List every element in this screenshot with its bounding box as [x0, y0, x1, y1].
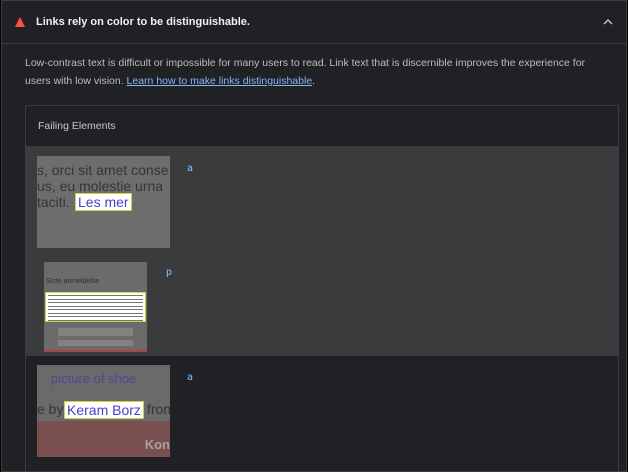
description-period: . [312, 75, 316, 87]
thumb-text: from [147, 401, 170, 417]
table-row[interactable]: picture of shoe e by Keram Borz from Kon… [26, 356, 618, 460]
audit-title: Links rely on color to be distinguishabl… [36, 16, 250, 28]
node-label[interactable]: a [187, 372, 193, 383]
thumb-footer-text: Kon [144, 437, 170, 452]
node-label[interactable]: a [187, 163, 193, 174]
fail-triangle-icon [14, 16, 26, 28]
element-screenshot: ​ s, orci sit amet conse us, eu molestie… [37, 156, 170, 248]
table-row[interactable]: ​ s, orci sit amet conse us, eu molestie… [26, 147, 618, 251]
chevron-up-icon[interactable] [602, 16, 614, 28]
highlighted-paragraph [45, 292, 146, 322]
node-label[interactable]: p [166, 267, 172, 278]
table-row[interactable] [26, 460, 618, 471]
table-header: Failing Elements [26, 106, 618, 147]
element-screenshot: picture of shoe e by Keram Borz from Kon [37, 365, 170, 457]
table-row[interactable]: Siste anmeldelse p [26, 251, 618, 356]
thumb-button [58, 340, 133, 346]
thumb-text-line: us, eu molestie urna [37, 178, 164, 194]
thumb-text-line: taciti. [37, 194, 70, 210]
thumb-title: Siste anmeldelse [46, 278, 100, 285]
thumb-button [58, 328, 133, 336]
thumb-text-line: s, orci sit amet conse [37, 162, 169, 178]
learn-more-link[interactable]: Learn how to make links distinguishable [127, 75, 313, 87]
highlighted-link: Les mer [75, 193, 132, 211]
audit-description: Low-contrast text is difficult or imposs… [2, 44, 626, 90]
audit-panel: Links rely on color to be distinguishabl… [1, 0, 627, 472]
thumb-divider [44, 350, 147, 352]
thumb-image-alt: picture of shoe [51, 371, 137, 386]
element-screenshot: Siste anmeldelse [44, 262, 147, 352]
thumb-text: e by [37, 401, 64, 417]
failing-elements-table: Failing Elements ​ s, orci sit amet cons… [25, 105, 619, 471]
highlighted-link: Keram Borz [64, 401, 144, 419]
audit-header[interactable]: Links rely on color to be distinguishabl… [2, 1, 626, 44]
